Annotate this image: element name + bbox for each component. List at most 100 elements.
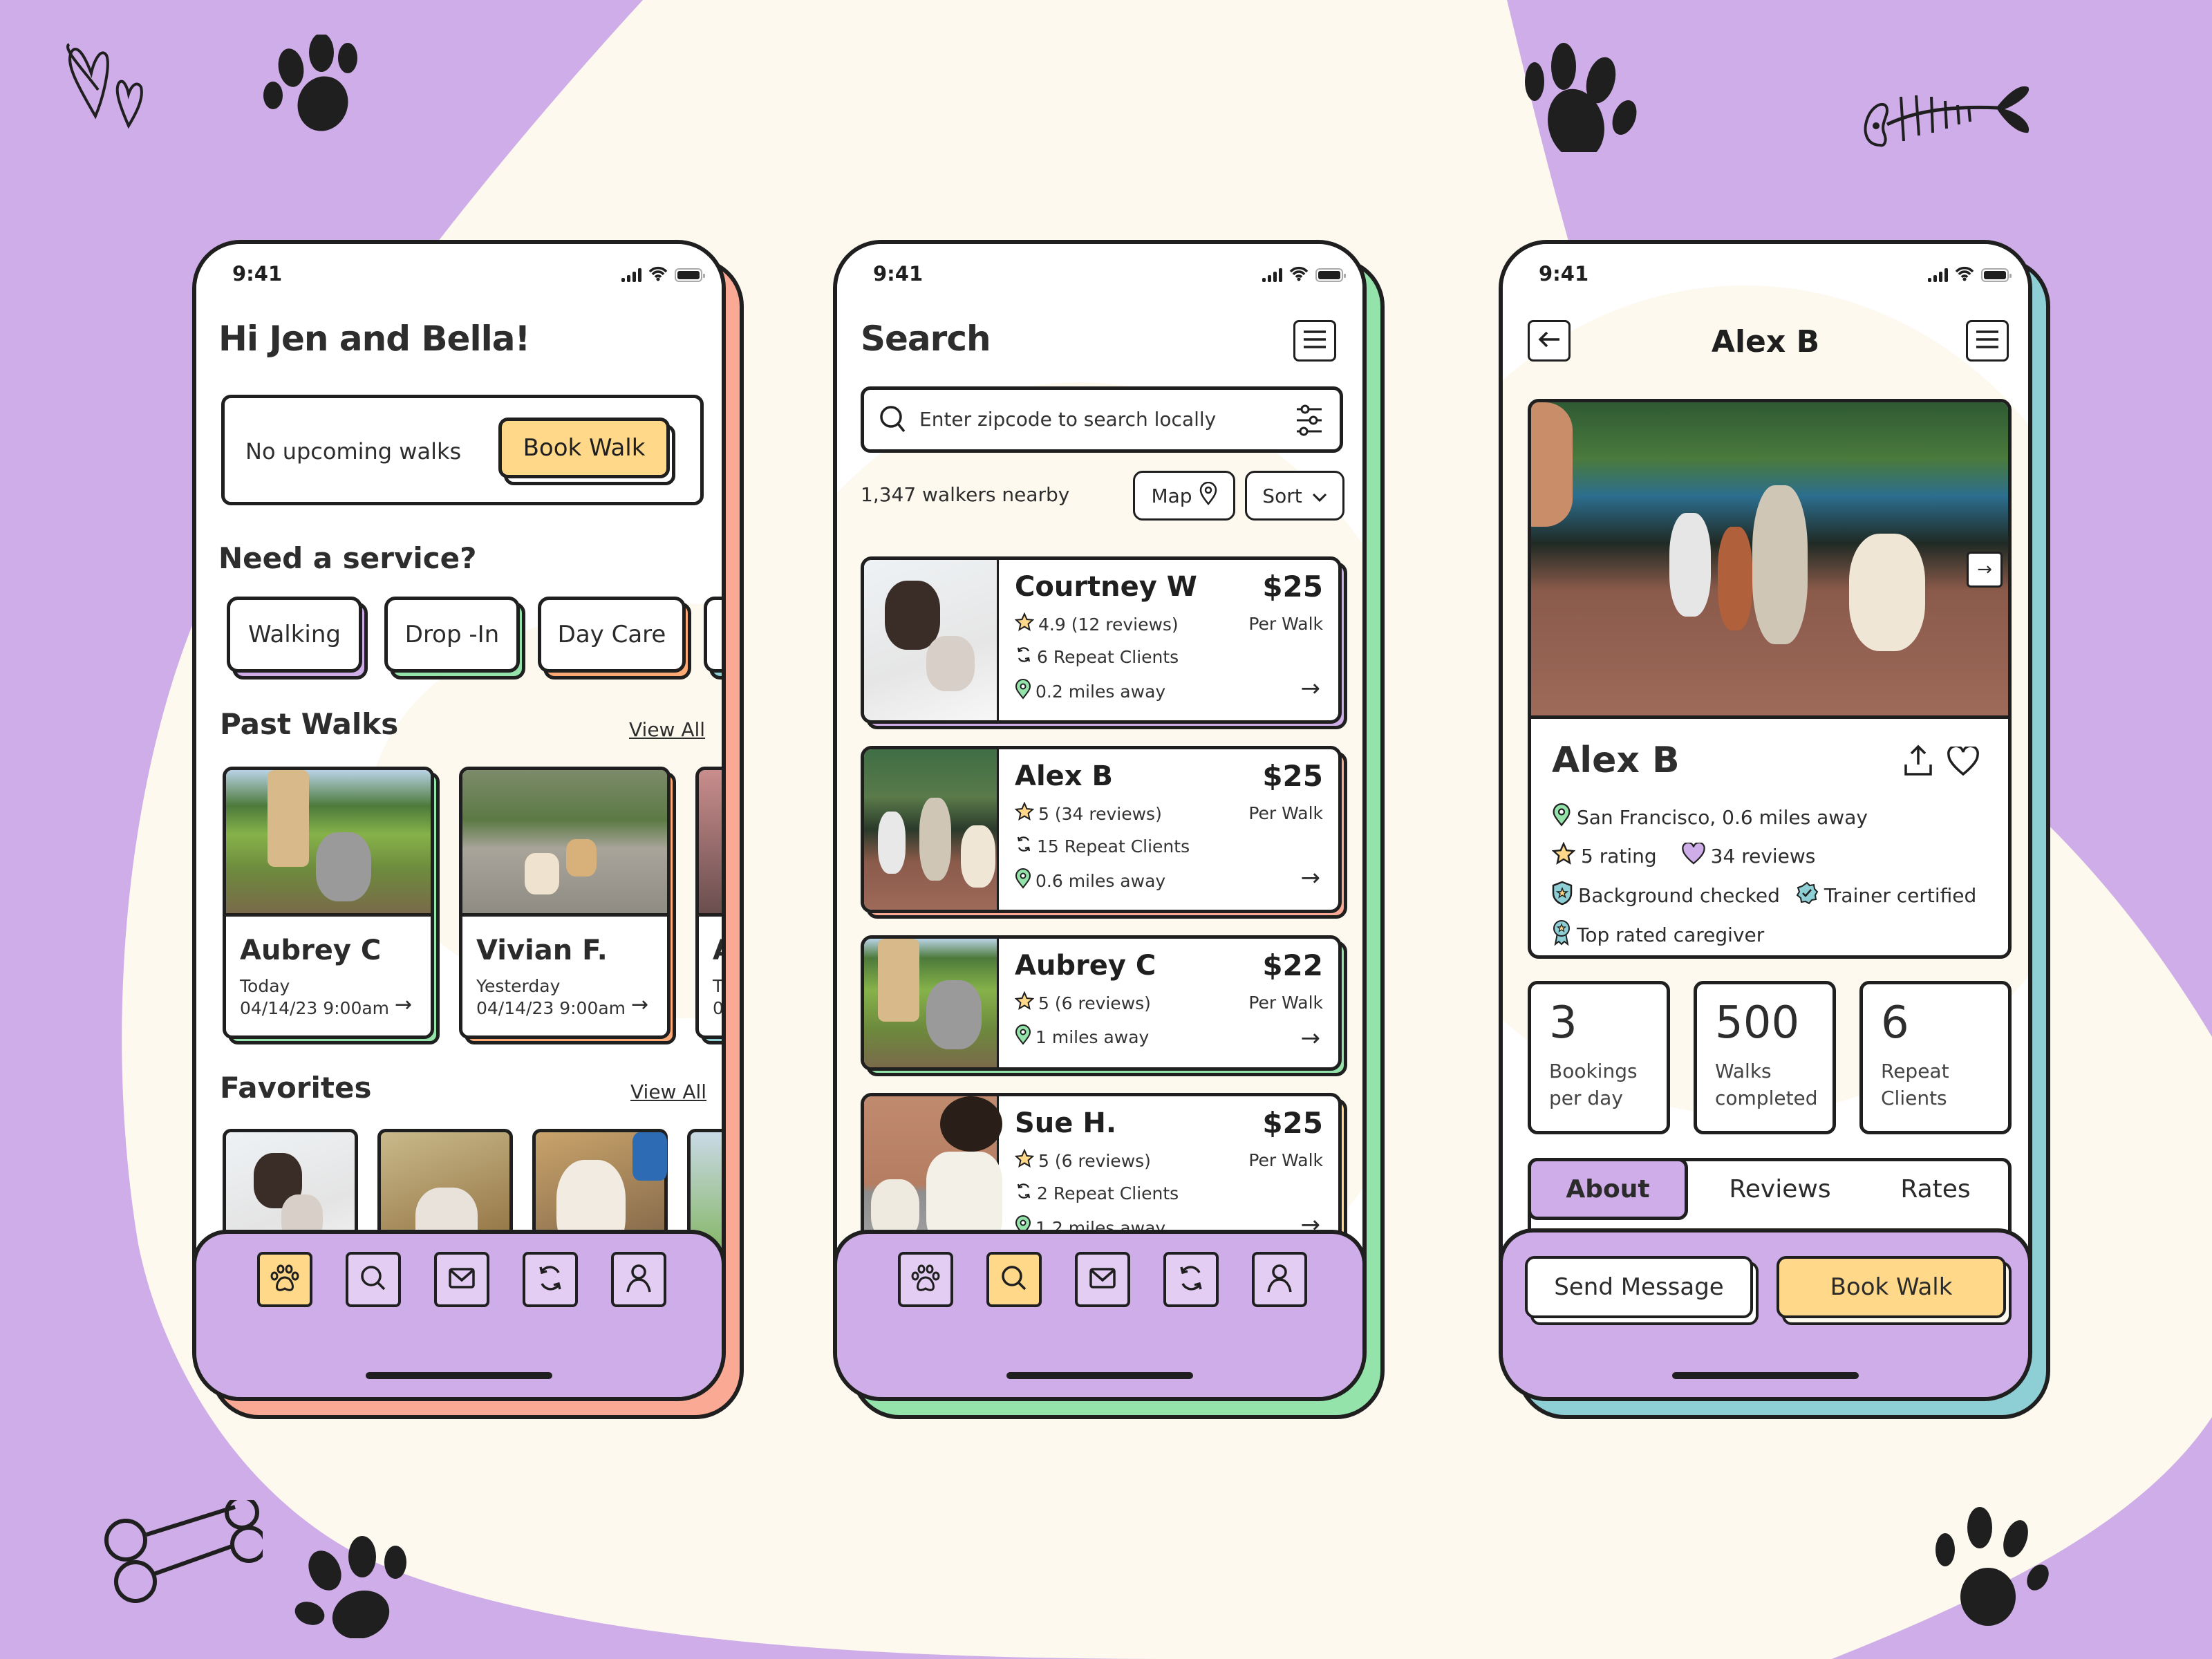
services-title: Need a service? [218,541,477,575]
past-walk-card[interactable]: Vivian F. Yesterday 04/14/23 9:00am → [459,767,676,1044]
book-walk-button[interactable]: Book Walk [1777,1256,2012,1325]
walk-when: Th [713,976,724,996]
stat-label: Repeat Clients [1881,1060,1949,1110]
walker-card[interactable]: Aubrey C $22 Per Walk 5 (6 reviews) 1 mi… [861,935,1347,1076]
walker-name: Aubrey C [240,935,382,966]
walker-card[interactable]: Courtney W $25 Per Walk 4.9 (12 reviews)… [861,556,1347,729]
upcoming-walks-card: No upcoming walks Book Walk [221,395,704,505]
nav-home[interactable] [257,1252,312,1307]
profile-card: → Alex B San Francisco, 0.6 miles away 5… [1528,399,2012,959]
location-row: San Francisco, 0.6 miles away [1552,803,1868,832]
bone-doodle [104,1500,263,1603]
service-walking[interactable]: Walking [227,597,368,679]
past-walks-view-all[interactable]: View All [629,718,705,741]
map-button[interactable]: Map [1133,471,1235,521]
stat-card: 3 Bookings per day [1528,981,1670,1134]
nav-home[interactable] [898,1252,953,1307]
shield-icon [1552,881,1573,910]
walker-price: $25 [1262,1106,1323,1140]
walk-datetime: 04/14/23 9:00am [240,998,390,1018]
stat-label: Bookings per day [1549,1060,1638,1110]
heart-icon [1681,841,1705,870]
book-walk-label: Book Walk [498,418,670,478]
walker-price: $25 [1262,759,1323,793]
wifi-icon [648,266,668,284]
past-walk-card[interactable]: Aubrey C Today 04/14/23 9:00am → [223,767,440,1044]
nav-messages[interactable] [434,1252,489,1307]
service-label: Day Care [538,597,686,673]
status-bar: 9:41 [837,256,1362,291]
location-pin-icon [1552,803,1571,832]
book-walk-button[interactable]: Book Walk [498,418,675,485]
search-screen-phone: 9:41 Search Enter zipcode to search loca… [833,240,1386,1421]
arrow-right-icon[interactable]: → [1301,675,1321,702]
tab-about[interactable]: About [1528,1158,1688,1220]
filter-icon[interactable] [1294,404,1324,440]
price-unit: Per Walk [1248,614,1323,634]
nav-search[interactable] [346,1252,401,1307]
service-drop-in[interactable]: Drop -In [384,597,525,679]
nav-search[interactable] [986,1252,1042,1307]
arrow-right-icon[interactable]: → [1301,864,1321,892]
profile-photo: → [1531,402,2008,719]
menu-button[interactable] [1966,320,2009,362]
nav-messages[interactable] [1075,1252,1130,1307]
price-unit: Per Walk [1248,993,1323,1013]
next-photo-button[interactable]: → [1967,552,2003,588]
nav-profile[interactable] [611,1252,666,1307]
walker-distance: 0.2 miles away [1035,681,1166,702]
badge-top-rated: Top rated caregiver [1577,924,1765,946]
walker-distance: 1 miles away [1035,1027,1150,1047]
nav-profile[interactable] [1252,1252,1307,1307]
search-icon [878,404,910,438]
paw-print-doodle [1525,43,1637,152]
nav-repeat[interactable] [523,1252,578,1307]
walker-photo [864,560,999,720]
past-walk-card[interactable]: A Th 04 [695,767,724,1044]
search-icon [999,1263,1029,1296]
book-walk-label: Book Walk [1777,1256,2006,1318]
location-text: San Francisco, 0.6 miles away [1577,806,1868,829]
arrow-right-icon[interactable]: → [1301,1024,1321,1052]
signal-icon [1928,268,1948,282]
favorites-view-all[interactable]: View All [630,1080,706,1103]
service-more[interactable] [704,597,722,679]
home-indicator [366,1372,552,1379]
tab-rates[interactable]: Rates [1863,1161,2008,1217]
arrow-right-icon[interactable]: → [631,993,648,1017]
menu-button[interactable] [1293,320,1336,362]
home-indicator [1672,1372,1859,1379]
share-icon[interactable] [1903,744,1933,780]
award-ribbon-icon [1552,919,1571,950]
past-walks-title: Past Walks [220,707,399,741]
arrow-right-icon[interactable]: → [395,993,412,1017]
bottom-action-bar: Send Message Book Walk [1503,1228,2028,1397]
stat-card: 6 Repeat Clients [1859,981,2012,1134]
nav-repeat[interactable] [1163,1252,1219,1307]
walk-when: Today [240,976,290,996]
tab-reviews[interactable]: Reviews [1704,1161,1856,1217]
repeat-icon [1015,646,1033,668]
service-day-care[interactable]: Day Care [538,597,691,679]
signal-icon [621,268,641,282]
walker-rating: 4.9 (12 reviews) [1038,614,1179,635]
search-input[interactable]: Enter zipcode to search locally [861,386,1343,453]
home-screen: 9:41 Hi Jen and Bella! No upcoming walks… [192,240,726,1401]
badges-row: Background checked Trainer certified [1552,881,1976,910]
walker-card[interactable]: Alex B $25 Per Walk 5 (34 reviews) 15 Re… [861,746,1347,919]
repeat-icon [535,1263,565,1296]
walk-datetime: 04 [713,998,724,1018]
home-screen-phone: 9:41 Hi Jen and Bella! No upcoming walks… [192,240,745,1421]
stat-card: 500 Walks completed [1694,981,1836,1134]
sort-dropdown[interactable]: Sort [1245,471,1344,521]
rating-row: 5 rating 34 reviews [1551,841,1815,870]
walker-price: $25 [1262,570,1323,603]
send-message-label: Send Message [1525,1256,1753,1318]
send-message-button[interactable]: Send Message [1525,1256,1759,1325]
service-label: Walking [227,597,362,673]
heart-icon[interactable] [1947,744,1979,778]
walk-photo [462,770,667,917]
price-unit: Per Walk [1248,1150,1323,1170]
repeat-icon [1015,1182,1033,1204]
paw-print-doodle [1936,1507,2049,1626]
